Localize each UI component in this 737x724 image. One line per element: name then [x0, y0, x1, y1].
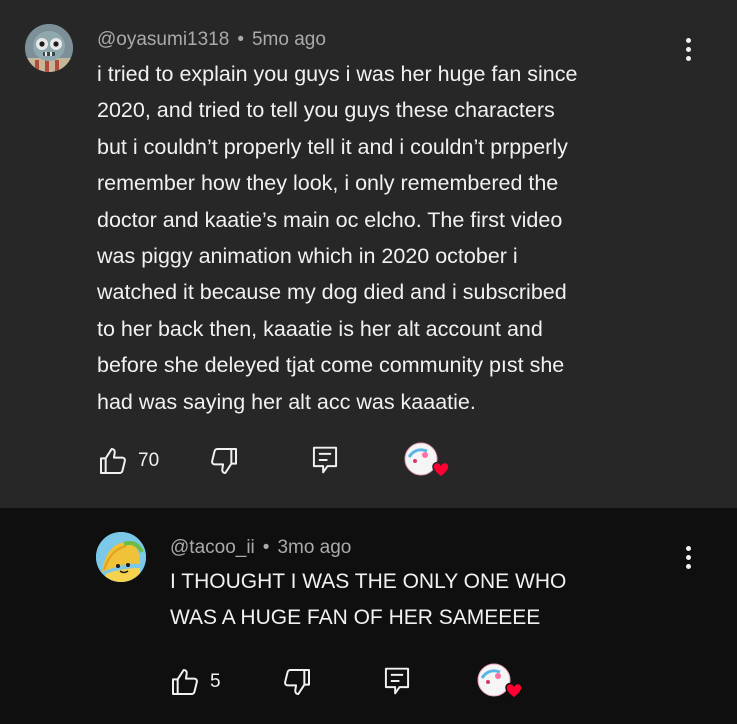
reply-like-count: 5: [210, 671, 221, 692]
like-button[interactable]: 70: [97, 445, 159, 477]
comment-line: watched it because my dog died and i sub…: [97, 280, 567, 305]
reply-line: WAS A HUGE FAN OF HER SAMEEEE: [170, 606, 541, 630]
zombie-avatar-icon: [25, 24, 73, 72]
meta-separator: •: [237, 29, 244, 50]
meta-separator: •: [262, 537, 270, 558]
comment-line: i tried to explain you guys i was her hu…: [97, 62, 578, 86]
creator-heart-icon[interactable]: [403, 441, 450, 481]
comment-thread: @oyasumi1318 • 5mo ago i tried to explain …: [0, 0, 737, 508]
taco-avatar-icon: [96, 532, 146, 582]
reply-dislike-button[interactable]: [281, 666, 313, 698]
author-name[interactable]: @oyasumi1318: [97, 29, 229, 50]
reply-icon: [384, 667, 410, 695]
like-icon: [172, 669, 198, 695]
reply-timestamp[interactable]: 3mo ago: [277, 537, 351, 558]
reply-line: I THOUGHT I WAS THE ONLY ONE WHO: [170, 570, 567, 593]
comment-line: 2020, and tried to tell you guys these c…: [97, 98, 555, 123]
like-icon: [100, 448, 126, 474]
comment-line: had was saying her alt acc was kaaatie.: [97, 389, 476, 414]
comment-line: to her back then, kaaatie is her alt acc…: [97, 316, 543, 341]
reply-author-avatar[interactable]: [96, 532, 146, 582]
timestamp[interactable]: 5mo ago: [252, 29, 326, 50]
reply-more-vert-icon[interactable]: [676, 543, 700, 573]
author-avatar[interactable]: [25, 24, 73, 72]
reply-reply-button[interactable]: [382, 665, 412, 697]
comment-line: but i couldn’t properly tell it and i co…: [97, 134, 568, 159]
reply-like-button[interactable]: 5: [169, 666, 221, 698]
reply-creator-heart-icon[interactable]: [476, 662, 523, 702]
reply-icon: [312, 446, 338, 474]
dislike-icon: [284, 669, 310, 695]
reply-thread: @tacoo_ii • 3mo ago I THOUGHT I WAS THE ON…: [0, 508, 737, 724]
reply-button[interactable]: [310, 444, 340, 476]
comment-line: remember how they look, i only remembere…: [97, 171, 559, 196]
comment-text: i tried to explain you guys i was her hu…: [97, 56, 577, 420]
like-count: 70: [138, 450, 160, 471]
comment-line: doctor and kaatie’s main oc elcho. The f…: [97, 207, 563, 232]
more-vert-icon[interactable]: [676, 35, 700, 65]
reply-meta: @tacoo_ii • 3mo ago: [170, 537, 351, 559]
reply-author-name[interactable]: @tacoo_ii: [170, 537, 255, 558]
reply-text: I THOUGHT I WAS THE ONLY ONE WHO WAS A H…: [170, 564, 566, 637]
comment-meta: @oyasumi1318 • 5mo ago: [97, 29, 326, 51]
comment-line: was piggy animation which in 2020 octobe…: [97, 244, 518, 269]
dislike-button[interactable]: [208, 445, 240, 477]
comment-line: before she deleyed tjat come community p…: [97, 353, 565, 378]
dislike-icon: [211, 448, 237, 474]
